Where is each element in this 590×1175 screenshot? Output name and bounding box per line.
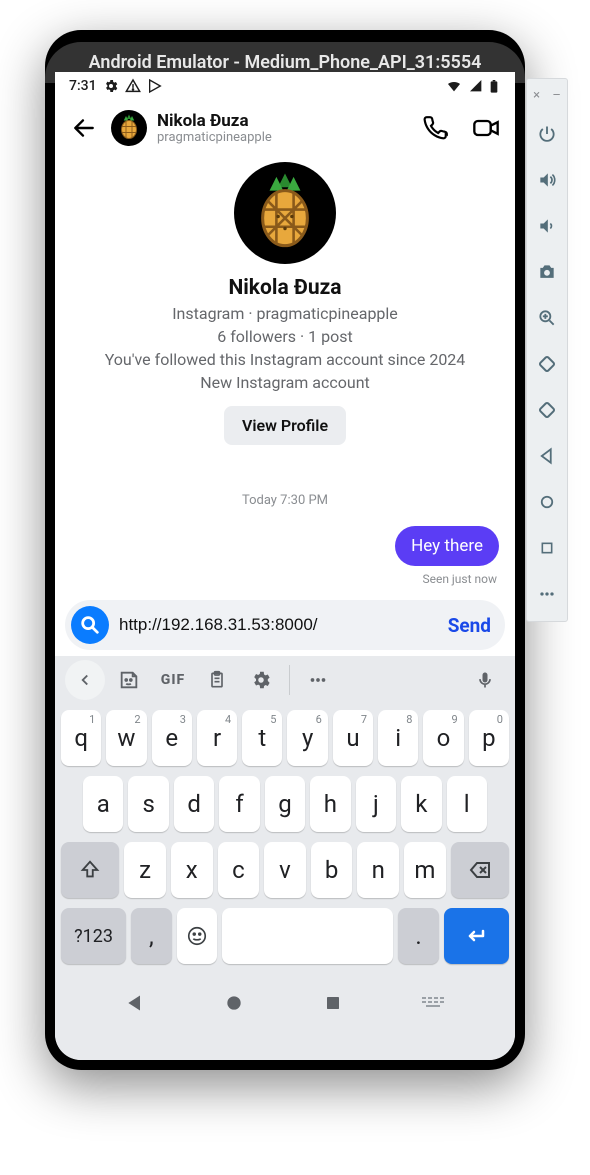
profile-followed-since: You've followed this Instagram account s… xyxy=(75,350,495,369)
play-icon xyxy=(147,78,163,94)
composer-action-button[interactable] xyxy=(71,606,109,644)
kb-key-q[interactable]: q1 xyxy=(61,710,101,766)
kb-key-b[interactable]: b xyxy=(311,842,353,898)
signal-icon xyxy=(468,78,484,94)
kb-key-k[interactable]: k xyxy=(401,776,441,832)
device-screen: 7:31 Nikola Đuza pragmaticpineapple xyxy=(55,72,515,1060)
kb-backspace-key[interactable] xyxy=(451,842,509,898)
nav-keyboard-switch-button[interactable] xyxy=(421,992,447,1014)
kb-key-n[interactable]: n xyxy=(357,842,399,898)
message-row: Hey there xyxy=(55,508,515,568)
kb-key-x[interactable]: x xyxy=(171,842,213,898)
kb-collapse-button[interactable] xyxy=(65,660,105,700)
status-bar: 7:31 xyxy=(55,72,515,100)
kb-clipboard-button[interactable] xyxy=(197,660,237,700)
kb-period-key[interactable]: . xyxy=(398,908,439,964)
kb-key-c[interactable]: c xyxy=(218,842,260,898)
emu-rotate-left-button[interactable] xyxy=(526,343,568,385)
emu-power-button[interactable] xyxy=(526,113,568,155)
kb-key-m[interactable]: m xyxy=(404,842,446,898)
kb-comma-key[interactable]: , xyxy=(131,908,172,964)
header-username: pragmaticpineapple xyxy=(157,130,272,145)
chat-timestamp: Today 7:30 PM xyxy=(55,493,515,508)
kb-gif-button[interactable]: GIF xyxy=(153,660,193,700)
kb-key-d[interactable]: d xyxy=(174,776,214,832)
keyboard: GIF q1w2e3r4t5y6u7i8o9p0 asdfghjkl zxcvb… xyxy=(55,656,515,1060)
profile-avatar[interactable] xyxy=(234,162,336,264)
kb-key-v[interactable]: v xyxy=(264,842,306,898)
status-time: 7:31 xyxy=(69,78,97,94)
kb-mic-button[interactable] xyxy=(465,660,505,700)
kb-shift-key[interactable] xyxy=(61,842,119,898)
gear-icon xyxy=(103,78,119,94)
emu-camera-button[interactable] xyxy=(526,251,568,293)
kb-settings-button[interactable] xyxy=(241,660,281,700)
app-header: Nikola Đuza pragmaticpineapple xyxy=(55,100,515,156)
emu-overview-button[interactable] xyxy=(526,527,568,569)
battery-icon xyxy=(490,78,501,94)
profile-stats: 6 followers · 1 post xyxy=(75,327,495,346)
kb-key-p[interactable]: p0 xyxy=(469,710,509,766)
kb-key-t[interactable]: t5 xyxy=(242,710,282,766)
kb-sticker-button[interactable] xyxy=(109,660,149,700)
back-button[interactable] xyxy=(67,111,101,145)
emu-home-button[interactable] xyxy=(526,481,568,523)
message-bubble[interactable]: Hey there xyxy=(395,526,499,566)
android-nav-bar xyxy=(55,980,515,1026)
profile-new-account: New Instagram account xyxy=(75,373,495,392)
kb-key-y[interactable]: y6 xyxy=(287,710,327,766)
kb-key-g[interactable]: g xyxy=(265,776,305,832)
nav-recents-button[interactable] xyxy=(322,992,344,1014)
kb-symbols-key[interactable]: ?123 xyxy=(61,908,126,964)
header-text[interactable]: Nikola Đuza pragmaticpineapple xyxy=(157,111,272,145)
kb-emoji-key[interactable] xyxy=(177,908,218,964)
kb-space-key[interactable] xyxy=(222,908,393,964)
emulator-toolbar: × – xyxy=(526,78,568,622)
emu-back-button[interactable] xyxy=(526,435,568,477)
emu-volume-up-button[interactable] xyxy=(526,159,568,201)
profile-name: Nikola Đuza xyxy=(75,276,495,300)
message-seen: Seen just now xyxy=(55,568,515,594)
header-avatar[interactable] xyxy=(111,110,147,146)
header-name: Nikola Đuza xyxy=(157,111,272,131)
kb-key-s[interactable]: s xyxy=(128,776,168,832)
kb-more-button[interactable] xyxy=(298,660,338,700)
video-button[interactable] xyxy=(469,111,503,145)
call-button[interactable] xyxy=(419,111,453,145)
kb-key-z[interactable]: z xyxy=(124,842,166,898)
kb-key-w[interactable]: w2 xyxy=(106,710,146,766)
emu-volume-down-button[interactable] xyxy=(526,205,568,247)
send-button[interactable]: Send xyxy=(448,614,491,637)
kb-key-a[interactable]: a xyxy=(83,776,123,832)
kb-key-i[interactable]: i8 xyxy=(378,710,418,766)
emulator-close-button[interactable]: × xyxy=(533,88,540,103)
kb-key-j[interactable]: j xyxy=(356,776,396,832)
emulator-minimize-button[interactable]: – xyxy=(552,88,561,103)
nav-back-button[interactable] xyxy=(124,992,146,1014)
view-profile-button[interactable]: View Profile xyxy=(224,406,346,445)
profile-card: Nikola Đuza Instagram · pragmaticpineapp… xyxy=(55,156,515,445)
kb-key-r[interactable]: r4 xyxy=(197,710,237,766)
kb-enter-key[interactable] xyxy=(444,908,509,964)
emu-zoom-button[interactable] xyxy=(526,297,568,339)
profile-subtitle: Instagram · pragmaticpineapple xyxy=(75,304,495,323)
wifi-icon xyxy=(446,78,462,94)
warning-icon xyxy=(125,78,141,94)
composer: Send xyxy=(65,600,505,650)
kb-key-h[interactable]: h xyxy=(310,776,350,832)
kb-key-e[interactable]: e3 xyxy=(152,710,192,766)
emu-rotate-right-button[interactable] xyxy=(526,389,568,431)
kb-key-o[interactable]: o9 xyxy=(423,710,463,766)
message-input[interactable] xyxy=(119,615,438,635)
kb-key-f[interactable]: f xyxy=(219,776,259,832)
nav-home-button[interactable] xyxy=(223,992,245,1014)
kb-key-l[interactable]: l xyxy=(447,776,487,832)
emu-more-button[interactable] xyxy=(526,573,568,615)
kb-key-u[interactable]: u7 xyxy=(333,710,373,766)
